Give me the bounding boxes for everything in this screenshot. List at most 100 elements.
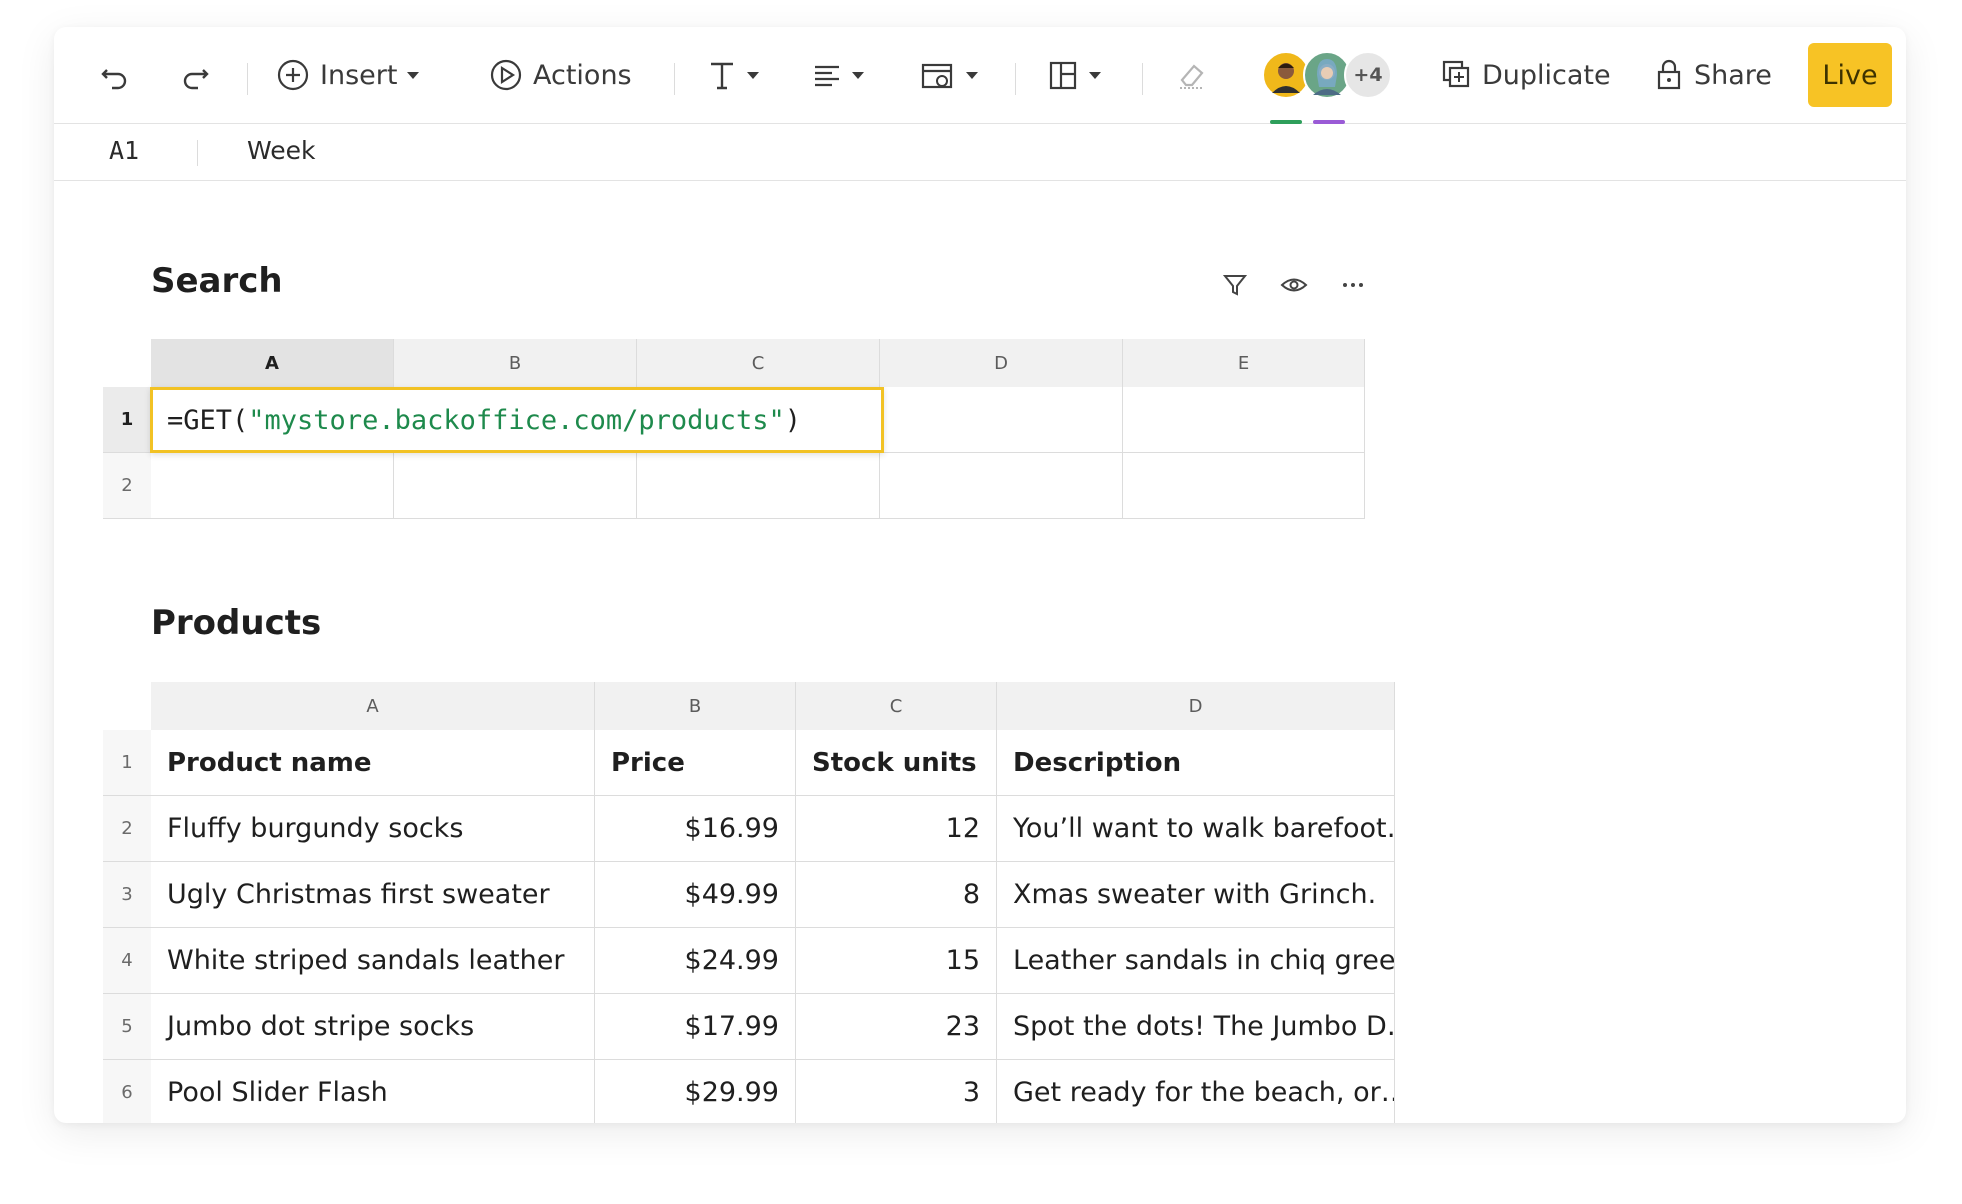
grid-cell[interactable] bbox=[880, 453, 1123, 519]
row-header-1[interactable]: 1 bbox=[103, 387, 151, 453]
redo-button[interactable] bbox=[178, 49, 212, 101]
duplicate-label: Duplicate bbox=[1482, 59, 1611, 91]
app-window: Insert Actions +4 Duplicate Share Live A… bbox=[54, 27, 1906, 1123]
table-cell[interactable]: $29.99 bbox=[595, 1060, 796, 1123]
formula-close-paren: ) bbox=[784, 404, 801, 436]
column-header-d[interactable]: D bbox=[997, 682, 1395, 730]
header-cell-price[interactable]: Price bbox=[595, 730, 796, 796]
toolbar-divider bbox=[674, 63, 675, 95]
grid-cell[interactable] bbox=[394, 453, 637, 519]
row-header-2[interactable]: 2 bbox=[103, 453, 151, 519]
user-avatar-icon bbox=[1313, 59, 1341, 95]
toolbar-divider bbox=[1015, 63, 1016, 95]
text-format-button[interactable] bbox=[707, 49, 759, 101]
table-cell[interactable]: $17.99 bbox=[595, 994, 796, 1060]
live-button[interactable]: Live bbox=[1808, 43, 1892, 107]
filter-icon[interactable] bbox=[1221, 271, 1249, 299]
toolbar-divider bbox=[247, 63, 248, 95]
table-cell[interactable]: Jumbo dot stripe socks bbox=[151, 994, 595, 1060]
table-cell[interactable]: 3 bbox=[796, 1060, 997, 1123]
duplicate-button[interactable]: Duplicate bbox=[1440, 49, 1611, 101]
cell-format-icon bbox=[921, 63, 953, 89]
formula-bar: A1 Week bbox=[54, 124, 1906, 181]
actions-button[interactable]: Actions bbox=[489, 49, 632, 101]
table-cell[interactable]: Xmas sweater with Grinch. bbox=[997, 862, 1395, 928]
header-cell-description[interactable]: Description bbox=[997, 730, 1395, 796]
grid-cell[interactable] bbox=[1123, 387, 1365, 453]
row-header-2[interactable]: 2 bbox=[103, 796, 151, 862]
column-header-a[interactable]: A bbox=[151, 339, 394, 387]
table-cell[interactable]: 23 bbox=[796, 994, 997, 1060]
table-cell[interactable]: White striped sandals leather bbox=[151, 928, 595, 994]
table-cell[interactable]: You’ll want to walk barefoot… bbox=[997, 796, 1395, 862]
header-cell-stock-units[interactable]: Stock units bbox=[796, 730, 997, 796]
table-cell[interactable]: Leather sandals in chiq gree… bbox=[997, 928, 1395, 994]
duplicate-icon bbox=[1442, 60, 1470, 88]
table-cell[interactable]: $16.99 bbox=[595, 796, 796, 862]
undo-icon bbox=[101, 69, 127, 90]
row-header-3[interactable]: 3 bbox=[103, 862, 151, 928]
align-button[interactable] bbox=[812, 49, 864, 101]
table-cell[interactable]: Fluffy burgundy socks bbox=[151, 796, 595, 862]
toolbar-divider bbox=[1142, 63, 1143, 95]
chevron-down-icon bbox=[1089, 71, 1101, 79]
cell-reference[interactable]: A1 bbox=[109, 136, 139, 165]
insert-button[interactable]: Insert bbox=[276, 49, 420, 101]
table-cell[interactable]: Spot the dots! The Jumbo D… bbox=[997, 994, 1395, 1060]
row-header-6[interactable]: 6 bbox=[103, 1060, 151, 1123]
chevron-down-icon bbox=[852, 71, 864, 79]
header-cell-product-name[interactable]: Product name bbox=[151, 730, 595, 796]
table-cell[interactable]: 8 bbox=[796, 862, 997, 928]
table-cell[interactable]: 15 bbox=[796, 928, 997, 994]
undo-button[interactable] bbox=[98, 49, 132, 101]
formula-string-arg: "mystore.backoffice.com/products" bbox=[248, 404, 785, 436]
more-icon[interactable] bbox=[1339, 271, 1367, 299]
cell-format-button[interactable] bbox=[920, 49, 978, 101]
grid-cell[interactable] bbox=[1123, 453, 1365, 519]
row-header-4[interactable]: 4 bbox=[103, 928, 151, 994]
table-cell[interactable]: $49.99 bbox=[595, 862, 796, 928]
formula-input[interactable]: Week bbox=[247, 136, 316, 165]
plus-circle-icon bbox=[277, 59, 309, 91]
grid-cell[interactable] bbox=[637, 453, 880, 519]
grid-cell[interactable] bbox=[151, 453, 394, 519]
align-left-icon bbox=[815, 65, 839, 87]
eraser-icon bbox=[1180, 64, 1204, 89]
lock-icon bbox=[1657, 59, 1681, 90]
clear-format-button[interactable] bbox=[1174, 49, 1208, 101]
column-header-b[interactable]: B bbox=[595, 682, 796, 730]
eye-icon[interactable] bbox=[1279, 271, 1309, 299]
formula-function: =GET( bbox=[167, 404, 249, 436]
table-cell[interactable]: Pool Slider Flash bbox=[151, 1060, 595, 1123]
actions-label: Actions bbox=[533, 59, 632, 91]
column-header-c[interactable]: C bbox=[637, 339, 880, 387]
share-label: Share bbox=[1694, 59, 1772, 91]
formula-cell-editor[interactable]: =GET("mystore.backoffice.com/products") bbox=[150, 387, 884, 453]
column-header-d[interactable]: D bbox=[880, 339, 1123, 387]
search-section-actions bbox=[1221, 271, 1367, 299]
column-header-a[interactable]: A bbox=[151, 682, 595, 730]
products-section-title: Products bbox=[151, 603, 322, 643]
table-cell[interactable]: $24.99 bbox=[595, 928, 796, 994]
row-header-5[interactable]: 5 bbox=[103, 994, 151, 1060]
toolbar: Insert Actions +4 Duplicate Share Live bbox=[54, 27, 1906, 124]
user-avatar-icon bbox=[1272, 63, 1300, 93]
chevron-down-icon bbox=[747, 71, 759, 79]
play-circle-icon bbox=[490, 59, 522, 91]
table-cell[interactable]: 12 bbox=[796, 796, 997, 862]
more-collaborators-badge[interactable]: +4 bbox=[1344, 51, 1392, 99]
column-header-c[interactable]: C bbox=[796, 682, 997, 730]
insert-label: Insert bbox=[320, 59, 398, 91]
grid-cell[interactable] bbox=[880, 387, 1123, 453]
layout-icon bbox=[1049, 61, 1077, 90]
column-header-b[interactable]: B bbox=[394, 339, 637, 387]
share-button[interactable]: Share bbox=[1654, 49, 1772, 101]
redo-icon bbox=[183, 69, 209, 90]
table-cell[interactable]: Ugly Christmas first sweater bbox=[151, 862, 595, 928]
table-cell[interactable]: Get ready for the beach, or… bbox=[997, 1060, 1395, 1123]
formula-divider bbox=[197, 140, 198, 166]
column-header-e[interactable]: E bbox=[1123, 339, 1365, 387]
layout-button[interactable] bbox=[1047, 49, 1101, 101]
row-header-1[interactable]: 1 bbox=[103, 730, 151, 796]
text-icon bbox=[711, 62, 733, 90]
